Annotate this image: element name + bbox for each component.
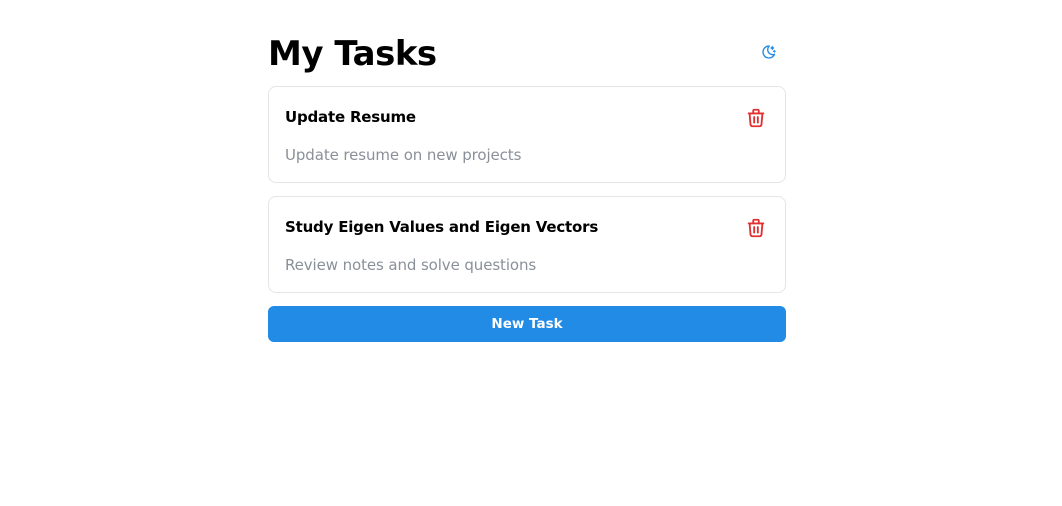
delete-task-button[interactable] — [743, 215, 769, 241]
task-title: Study Eigen Values and Eigen Vectors — [285, 218, 599, 236]
new-task-button[interactable]: New Task — [268, 306, 786, 342]
header: My Tasks — [268, 30, 786, 78]
app-container: My Tasks Update Resume Update resume on … — [268, 30, 786, 342]
task-description: Review notes and solve questions — [285, 256, 537, 274]
task-description: Update resume on new projects — [285, 146, 522, 164]
trash-icon — [747, 108, 765, 128]
task-title: Update Resume — [285, 108, 416, 126]
moon-icon — [762, 45, 776, 59]
theme-toggle-button[interactable] — [754, 37, 784, 67]
trash-icon — [747, 218, 765, 238]
page-title: My Tasks — [268, 34, 437, 74]
task-card: Update Resume Update resume on new proje… — [268, 86, 786, 183]
delete-task-button[interactable] — [743, 105, 769, 131]
task-card: Study Eigen Values and Eigen Vectors Rev… — [268, 196, 786, 293]
task-list: Update Resume Update resume on new proje… — [268, 86, 786, 293]
